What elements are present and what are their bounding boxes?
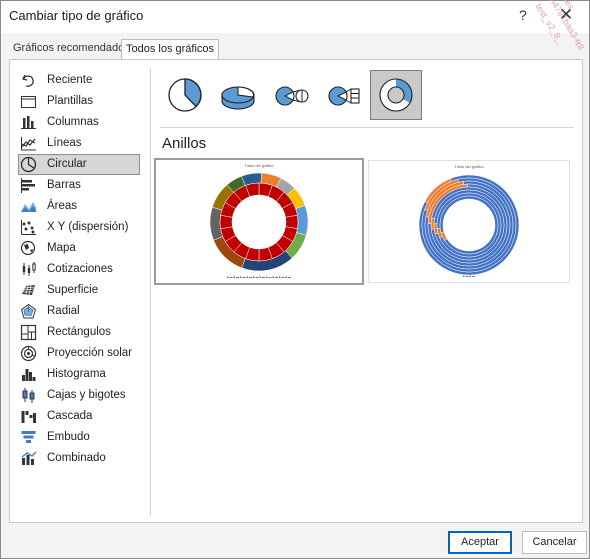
preview-chart-title: Título del gráfico xyxy=(454,164,484,169)
section-title: Anillos xyxy=(162,135,207,152)
sidebar-item-label: Superficie xyxy=(47,284,99,296)
sidebar-item-superficie[interactable]: Superficie xyxy=(18,280,140,301)
change-chart-type-dialog: Cambiar tipo de gráfico ? ✕ Gráficos rec… xyxy=(0,0,590,559)
sidebar-item-label: Reciente xyxy=(47,74,93,86)
sidebar-item-label: Circular xyxy=(47,158,87,170)
sidebar-item-histograma[interactable]: Histograma xyxy=(18,364,140,385)
tab-all-charts[interactable]: Todos los gráficos xyxy=(121,39,220,59)
doughnut-chart-image xyxy=(418,174,520,276)
sidebar-item-circular[interactable]: Circular xyxy=(18,154,140,175)
sidebar-item-label: Mapa xyxy=(47,242,76,254)
scatter-chart-icon xyxy=(21,220,36,235)
line-chart-icon xyxy=(21,137,36,151)
doughnut-segment xyxy=(285,214,299,230)
subtype-pie[interactable] xyxy=(160,70,210,120)
doughnut-segment xyxy=(219,214,233,230)
watermark: tes h4761baa3-e test_v2_8_ r8 xyxy=(500,0,590,70)
sidebar-item-columnas[interactable]: Columnas xyxy=(18,112,140,133)
bar-chart-icon xyxy=(21,178,35,193)
combo-chart-icon xyxy=(21,451,37,465)
sidebar-item-areas[interactable]: Áreas xyxy=(18,196,140,217)
sidebar-item-label: Cotizaciones xyxy=(47,263,113,275)
sidebar-item-embudo[interactable]: Embudo xyxy=(18,427,140,448)
treemap-chart-icon xyxy=(20,324,37,341)
accept-button[interactable]: Aceptar xyxy=(448,531,512,554)
subtype-doughnut[interactable] xyxy=(370,70,422,120)
bar-of-pie-icon xyxy=(328,86,360,106)
sidebar-item-reciente[interactable]: Reciente xyxy=(18,70,140,91)
sidebar-item-label: Cajas y bigotes xyxy=(47,389,126,401)
sidebar-item-label: Áreas xyxy=(47,200,78,212)
doughnut-icon xyxy=(379,78,413,112)
sidebar-item-label: Rectángulos xyxy=(47,326,111,338)
sidebar-item-label: Columnas xyxy=(47,116,99,128)
sidebar-item-label: Plantillas xyxy=(47,95,94,107)
undo-arrow-icon xyxy=(22,74,34,87)
pie-3d-icon xyxy=(221,86,255,110)
sidebar-item-lineas[interactable]: Líneas xyxy=(18,133,140,154)
preview-legend: ■ ▬ ■ ▬ ■ ▬ ■ ▬ ■ ▬ ■ ▬ ■ ▬ ■ ▬ ■ ▬ ■ ▬ xyxy=(227,275,291,279)
doughnut-segment xyxy=(439,195,499,255)
folder-icon xyxy=(21,96,36,108)
subtype-pie-of-pie[interactable] xyxy=(266,70,316,120)
sidebar-item-rectangulos[interactable]: Rectángulos xyxy=(18,322,140,343)
funnel-chart-icon xyxy=(21,431,36,443)
stock-chart-icon xyxy=(22,262,36,276)
all-charts-panel: Reciente Plantillas Columnas Líneas Circ… xyxy=(9,59,583,523)
sidebar-item-cascada[interactable]: Cascada xyxy=(18,406,140,427)
preview-legend: ■ ▬ ■ ▬ xyxy=(462,274,476,278)
pie-chart-icon xyxy=(20,156,37,173)
doughnut-preview-2[interactable]: Título del gráfico ■ ▬ ■ ▬ xyxy=(368,160,570,283)
sidebar-item-label: Barras xyxy=(47,179,81,191)
chart-type-list: Reciente Plantillas Columnas Líneas Circ… xyxy=(18,68,140,516)
sidebar-divider xyxy=(150,68,151,516)
doughnut-preview-1[interactable]: Título del gráfico ■ ▬ ■ ▬ ■ ▬ ■ ▬ ■ ▬ ■… xyxy=(154,158,364,285)
sidebar-item-xy-dispersion[interactable]: X Y (dispersión) xyxy=(18,217,140,238)
sidebar-item-label: Líneas xyxy=(47,137,82,149)
subtype-pie-3d[interactable] xyxy=(213,70,263,120)
sidebar-item-label: Embudo xyxy=(47,431,90,443)
sunburst-chart-icon xyxy=(20,345,37,362)
sidebar-item-cajas-y-bigotes[interactable]: Cajas y bigotes xyxy=(18,385,140,406)
sidebar-item-label: X Y (dispersión) xyxy=(47,221,129,233)
column-chart-icon xyxy=(21,116,36,129)
radar-chart-icon xyxy=(20,303,37,319)
sidebar-item-cotizaciones[interactable]: Cotizaciones xyxy=(18,259,140,280)
sidebar-item-label: Cascada xyxy=(47,410,93,422)
doughnut-chart-image xyxy=(209,172,309,272)
sidebar-item-mapa[interactable]: Mapa xyxy=(18,238,140,259)
sidebar-item-label: Histograma xyxy=(47,368,106,380)
waterfall-chart-icon xyxy=(21,411,36,423)
sidebar-item-label: Proyección solar xyxy=(47,347,133,359)
sidebar-item-label: Combinado xyxy=(47,452,106,464)
sidebar-item-combinado[interactable]: Combinado xyxy=(18,448,140,469)
surface-chart-icon xyxy=(22,285,35,295)
tab-recommended-charts[interactable]: Gráficos recomendados xyxy=(9,39,134,58)
box-whisker-chart-icon xyxy=(22,388,35,403)
cancel-button[interactable]: Cancelar xyxy=(522,531,587,554)
sidebar-item-proyeccion-solar[interactable]: Proyección solar xyxy=(18,343,140,364)
preview-chart-title: Título del gráfico xyxy=(244,163,274,168)
map-chart-icon xyxy=(20,240,36,256)
pie-icon xyxy=(168,78,202,112)
sidebar-item-plantillas[interactable]: Plantillas xyxy=(18,91,140,112)
sidebar-item-radial[interactable]: Radial xyxy=(18,301,140,322)
histogram-chart-icon xyxy=(22,369,36,381)
pie-of-pie-icon xyxy=(275,86,309,106)
sidebar-item-barras[interactable]: Barras xyxy=(18,175,140,196)
dialog-title: Cambiar tipo de gráfico xyxy=(9,8,144,23)
subtype-separator xyxy=(160,127,574,128)
sidebar-item-label: Radial xyxy=(47,305,80,317)
subtype-bar-of-pie[interactable] xyxy=(319,70,369,120)
area-chart-icon xyxy=(21,202,36,212)
